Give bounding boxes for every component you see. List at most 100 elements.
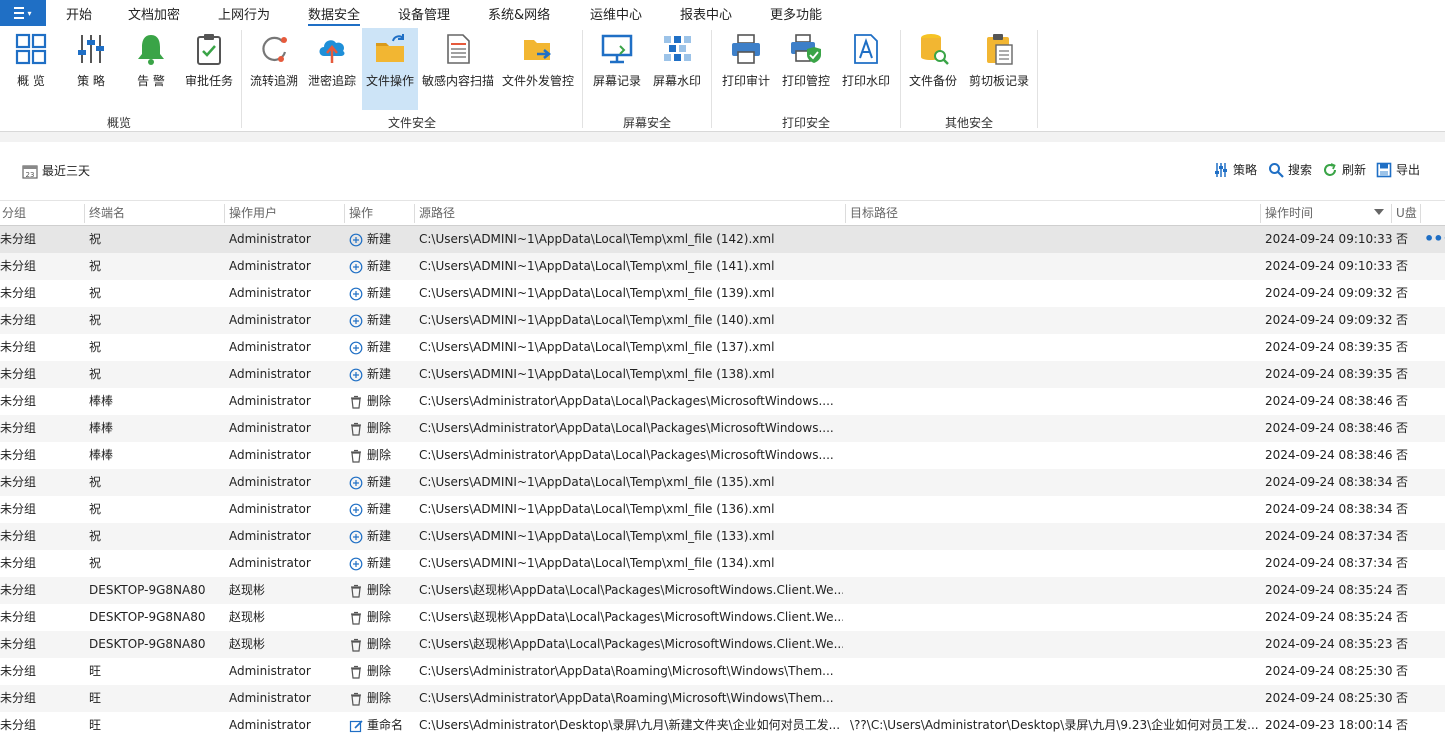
column-header-usb[interactable]: U盘 <box>1394 201 1417 226</box>
export-button[interactable]: 导出 <box>1376 161 1420 178</box>
app-menu-button[interactable]: ▾ <box>0 0 46 26</box>
screen-watermark-button[interactable]: 屏幕水印 <box>649 28 705 110</box>
file-outgoing-control-button[interactable]: 文件外发管控 <box>499 28 577 110</box>
screen-record-button[interactable]: 屏幕记录 <box>589 28 645 110</box>
cell-terminal: 祝 <box>89 475 102 489</box>
cell-time: 2024-09-24 08:25:30 <box>1265 691 1393 705</box>
cell-group: 未分组 <box>0 718 37 732</box>
table-row[interactable]: 未分组 祝 Administrator 新建 C:\Users\ADMINI~1\App… <box>0 361 1445 388</box>
column-header-source-path[interactable]: 源路径 <box>417 201 455 226</box>
menu-doc-encrypt[interactable]: 文档加密 <box>128 4 180 23</box>
column-resize-handle[interactable] <box>845 204 846 223</box>
column-resize-handle[interactable] <box>1420 204 1421 223</box>
search-button[interactable]: 搜索 <box>1268 161 1312 178</box>
menu-system-network[interactable]: 系统&网络 <box>488 4 550 23</box>
table-row[interactable]: 未分组 旺 Administrator 删除 C:\Users\Administrato… <box>0 658 1445 685</box>
table-row[interactable]: 未分组 祝 Administrator 新建 C:\Users\ADMINI~1\App… <box>0 253 1445 280</box>
column-resize-handle[interactable] <box>224 204 225 223</box>
table-row[interactable]: 未分组 祝 Administrator 新建 C:\Users\ADMINI~1\App… <box>0 469 1445 496</box>
ribbon-bottom-strip <box>0 132 1445 142</box>
column-resize-handle[interactable] <box>1260 204 1261 223</box>
cell-operation: 新建 <box>349 523 415 550</box>
sensitive-scan-label: 敏感内容扫描 <box>421 74 494 88</box>
cell-operation: 删除 <box>349 577 415 604</box>
cell-time: 2024-09-24 08:39:35 <box>1265 367 1393 381</box>
operation-label: 新建 <box>367 313 392 327</box>
cell-terminal: 棒棒 <box>89 448 114 462</box>
trash-icon <box>351 665 361 679</box>
refresh-button[interactable]: 刷新 <box>1322 161 1366 178</box>
cell-operation: 新建 <box>349 361 415 388</box>
menu-data-security[interactable]: 数据安全 <box>308 4 361 26</box>
table-row[interactable]: 未分组 棒棒 Administrator 删除 C:\Users\Administrat… <box>0 442 1445 469</box>
overview-button[interactable]: 概 览 <box>4 28 58 110</box>
table-row[interactable]: 未分组 旺 Administrator 重命名 C:\Users\Administrat… <box>0 712 1445 739</box>
ribbon-separator <box>1037 30 1038 128</box>
table-row[interactable]: 未分组 旺 Administrator 删除 C:\Users\Administrato… <box>0 685 1445 712</box>
alert-button[interactable]: 告 警 <box>124 28 178 110</box>
approval-tasks-button[interactable]: 审批任务 <box>182 28 236 110</box>
policy-button[interactable]: 策 略 <box>64 28 118 110</box>
table-row[interactable]: 未分组 DESKTOP-9G8NA80 赵现彬 删除 C:\Users\赵现彬\AppD… <box>0 631 1445 658</box>
print-audit-button[interactable]: 打印审计 <box>718 28 774 110</box>
print-watermark-label: 打印水印 <box>841 74 890 88</box>
cell-user: Administrator <box>229 502 311 516</box>
print-control-button[interactable]: 打印管控 <box>778 28 834 110</box>
column-header-group[interactable]: 分组 <box>0 201 26 226</box>
leak-tracking-button[interactable]: 泄密追踪 <box>305 28 359 110</box>
table-row[interactable]: 未分组 DESKTOP-9G8NA80 赵现彬 删除 C:\Users\赵现彬\AppD… <box>0 604 1445 631</box>
menu-more-features[interactable]: 更多功能 <box>770 4 822 23</box>
column-resize-handle[interactable] <box>1391 204 1392 223</box>
table-row[interactable]: 未分组 棒棒 Administrator 删除 C:\Users\Administrat… <box>0 388 1445 415</box>
menu-device-management[interactable]: 设备管理 <box>398 4 450 23</box>
sort-descending-icon[interactable] <box>1374 209 1384 215</box>
date-range-filter[interactable]: 23 最近三天 <box>22 162 90 179</box>
cell-time: 2024-09-24 09:10:33 <box>1265 259 1393 273</box>
group-overview-label: 概览 <box>106 116 132 130</box>
cell-group: 未分组 <box>0 394 37 408</box>
table-row[interactable]: 未分组 祝 Administrator 新建 C:\Users\ADMINI~1\App… <box>0 550 1445 577</box>
print-watermark-button[interactable]: 打印水印 <box>838 28 894 110</box>
table-row[interactable]: 未分组 祝 Administrator 新建 C:\Users\ADMINI~1\App… <box>0 307 1445 334</box>
table-body: 未分组祝 Administrator 新建 C:\Users\ADMINI~1\App… <box>0 226 1445 747</box>
cell-user: Administrator <box>229 394 311 408</box>
operation-label: 删除 <box>367 691 392 705</box>
table-row[interactable]: 未分组 DESKTOP-9G8NA80 赵现彬 删除 C:\Users\赵现彬\AppD… <box>0 577 1445 604</box>
menu-report-center[interactable]: 报表中心 <box>680 4 732 23</box>
row-more-actions-button[interactable]: ••• <box>1424 226 1445 253</box>
table-row[interactable]: 未分组 祝 Administrator 新建 C:\Users\ADMINI~1\App… <box>0 226 1445 253</box>
date-range-label: 最近三天 <box>42 164 91 178</box>
cell-group: 未分组 <box>0 421 37 435</box>
column-header-time[interactable]: 操作时间 <box>1263 201 1313 226</box>
clipboard-record-label: 剪切板记录 <box>968 74 1029 88</box>
menu-start[interactable]: 开始 <box>66 4 92 23</box>
column-header-terminal[interactable]: 终端名 <box>87 201 125 226</box>
column-resize-handle[interactable] <box>414 204 415 223</box>
column-resize-handle[interactable] <box>344 204 345 223</box>
print-control-label: 打印管控 <box>781 74 830 88</box>
table-row[interactable]: 未分组 祝 Administrator 新建 C:\Users\ADMINI~1\App… <box>0 334 1445 361</box>
cell-time: 2024-09-24 08:35:23 <box>1265 637 1393 651</box>
clipboard-record-button[interactable]: 剪切板记录 <box>965 28 1033 110</box>
sensitive-scan-button[interactable]: 敏感内容扫描 <box>421 28 495 110</box>
operation-label: 删除 <box>367 583 392 597</box>
menu-ops-center[interactable]: 运维中心 <box>590 4 642 23</box>
flow-trace-button[interactable]: 流转追溯 <box>247 28 301 110</box>
cell-source-path: C:\Users\赵现彬\AppData\Local\Packages\Micr… <box>419 637 843 651</box>
cell-group: 未分组 <box>0 340 37 354</box>
file-backup-button[interactable]: 文件备份 <box>905 28 961 110</box>
cell-operation: 新建 <box>349 280 415 307</box>
column-resize-handle[interactable] <box>84 204 85 223</box>
table-row[interactable]: 未分组 棒棒 Administrator 删除 C:\Users\Administrat… <box>0 415 1445 442</box>
cell-operation: 新建 <box>349 469 415 496</box>
column-header-user[interactable]: 操作用户 <box>227 201 277 226</box>
printer-shield-icon <box>791 34 821 63</box>
menu-web-behavior[interactable]: 上网行为 <box>218 4 270 23</box>
table-row[interactable]: 未分组 祝 Administrator 新建 C:\Users\ADMINI~1\App… <box>0 523 1445 550</box>
column-header-target-path[interactable]: 目标路径 <box>848 201 898 226</box>
column-header-operation[interactable]: 操作 <box>347 201 373 226</box>
table-row[interactable]: 未分组 祝 Administrator 新建 C:\Users\ADMINI~1\App… <box>0 280 1445 307</box>
file-operations-button[interactable]: 文件操作 <box>362 28 418 110</box>
policy-tool-button[interactable]: 策略 <box>1213 161 1257 178</box>
table-row[interactable]: 未分组 祝 Administrator 新建 C:\Users\ADMINI~1\App… <box>0 496 1445 523</box>
